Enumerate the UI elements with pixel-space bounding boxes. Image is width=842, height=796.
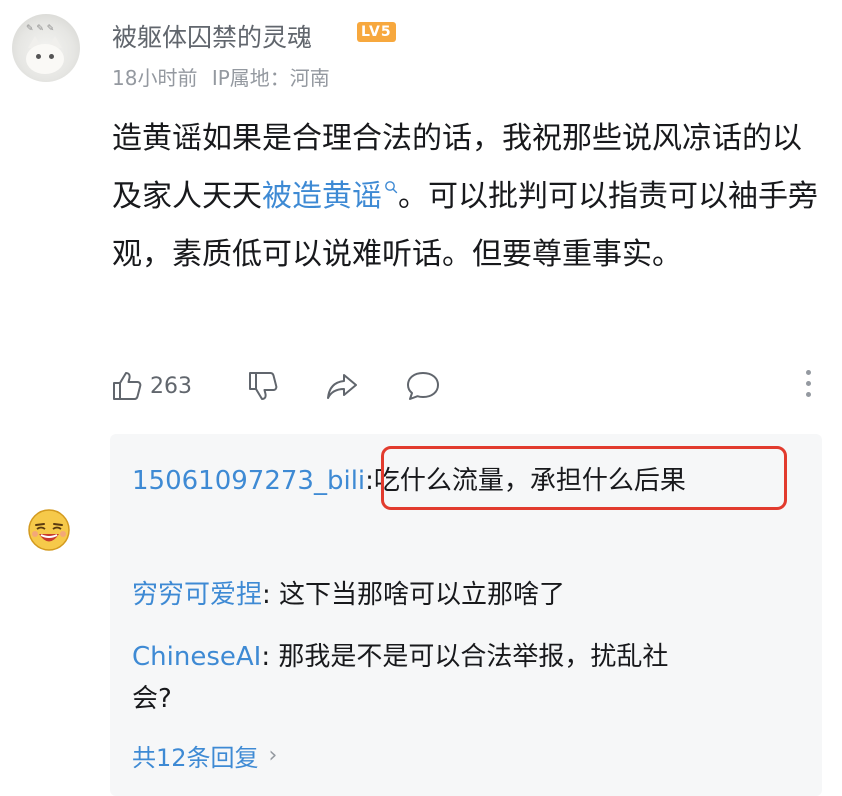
search-link[interactable]: 被造黄谣 <box>262 179 398 214</box>
cat-eye-left <box>36 54 41 59</box>
thumbs-down-icon <box>249 372 278 400</box>
comment-meta: 18小时前 IP属地：河南 <box>112 62 338 91</box>
reply-username[interactable]: ChineseAI <box>132 642 261 672</box>
reply-colon: : <box>261 642 279 672</box>
reply-text-continued: 会? <box>132 684 172 714</box>
share-button[interactable] <box>324 366 360 406</box>
share-icon <box>327 374 357 399</box>
dislike-button[interactable] <box>246 366 280 406</box>
chat-bubble-icon <box>407 372 439 400</box>
level-badge: LV5 <box>357 22 396 42</box>
more-options-icon[interactable] <box>806 370 812 402</box>
laughing-emoji-icon <box>28 509 70 551</box>
like-button[interactable]: 263 <box>110 366 192 406</box>
comment-text: 造黄谣如果是合理合法的话，我祝那些说风凉话的以及家人天天被造黄谣 。可以批判可以指… <box>112 110 822 284</box>
red-highlight-box <box>381 446 787 510</box>
view-more-replies-link[interactable]: 共12条回复 › <box>132 738 277 773</box>
avatar-watermark: ✎ ✎ ✎ <box>26 24 55 34</box>
reply-username[interactable]: 15061097273_bili <box>132 466 365 496</box>
reply-item: 穷穷可爱捏: 这下当那啥可以立那啥了 <box>132 574 565 616</box>
ip-location: IP属地：河南 <box>211 66 330 90</box>
more-replies-label: 共12条回复 <box>132 744 259 772</box>
reply-text: 那我是不是可以合法举报，扰乱社 <box>278 642 669 672</box>
like-count: 263 <box>150 373 192 399</box>
reply-item: ChineseAI: 那我是不是可以合法举报，扰乱社 <box>132 636 668 678</box>
reply-text: 这下当那啥可以立那啥了 <box>279 580 566 610</box>
reply-username[interactable]: 穷穷可爱捏 <box>132 580 262 610</box>
reply-panel: 15061097273_bili:吃什么流量，承担什么后果 穷穷可爱捏: 这下当… <box>110 434 822 796</box>
avatar[interactable]: ✎ ✎ ✎ <box>12 14 80 82</box>
search-link-label: 被造黄谣 <box>262 179 382 214</box>
cat-face <box>26 44 64 74</box>
thumbs-up-icon <box>113 372 142 400</box>
reply-colon: : <box>262 580 280 610</box>
username[interactable]: 被躯体囚禁的灵魂 <box>112 18 312 54</box>
comment-card: ✎ ✎ ✎ 被躯体囚禁的灵魂 LV5 18小时前 IP属地：河南 造黄谣如果是合… <box>0 0 842 796</box>
action-bar: 263 <box>110 366 820 406</box>
reply-colon: : <box>365 466 374 496</box>
cat-eye-right <box>49 54 54 59</box>
chevron-right-icon: › <box>268 743 278 768</box>
reply-button[interactable] <box>404 366 442 406</box>
search-icon <box>385 181 398 194</box>
comment-time: 18小时前 <box>112 66 198 90</box>
